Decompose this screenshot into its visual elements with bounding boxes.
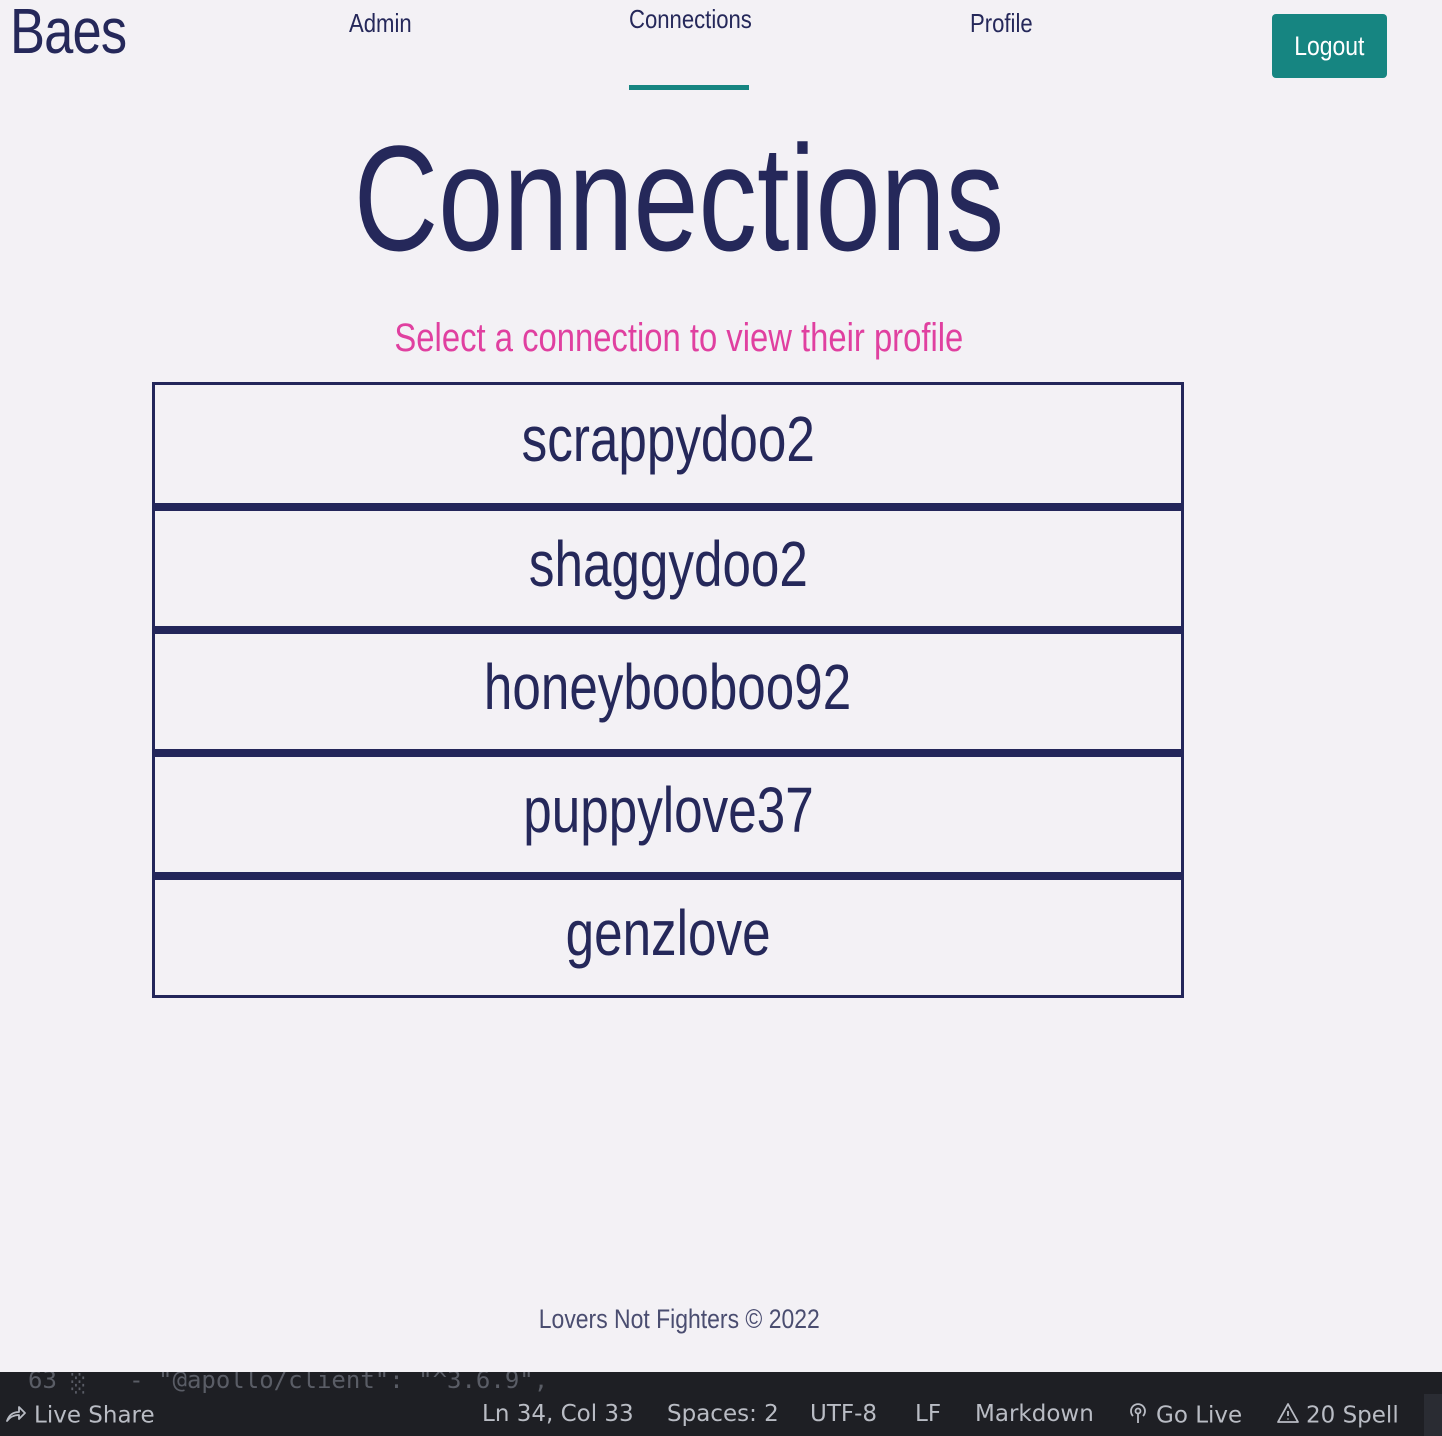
broadcast-icon bbox=[1126, 1401, 1150, 1431]
editor-code-line: 63 ░ - "@apollo/client": "^3.6.9", bbox=[28, 1372, 549, 1394]
status-live-share-label: Live Share bbox=[34, 1402, 155, 1429]
connection-item[interactable]: scrappydoo2 bbox=[152, 382, 1184, 506]
nav-admin[interactable]: Admin bbox=[349, 8, 412, 39]
nav-connections[interactable]: Connections bbox=[629, 4, 752, 35]
nav-profile[interactable]: Profile bbox=[970, 8, 1033, 39]
status-encoding[interactable]: UTF-8 bbox=[810, 1401, 877, 1427]
connection-item[interactable]: puppylove37 bbox=[152, 751, 1184, 875]
connection-username: shaggydoo2 bbox=[528, 527, 808, 600]
footer: Lovers Not Fighters © 2022 bbox=[0, 1304, 1358, 1335]
footer-text: Lovers Not Fighters © 2022 bbox=[538, 1304, 820, 1334]
status-spell-label: 20 Spell bbox=[1306, 1402, 1399, 1429]
connection-item[interactable]: honeybooboo92 bbox=[152, 628, 1184, 752]
page-title: Connections bbox=[0, 118, 1358, 278]
connections-list: scrappydoo2 shaggydoo2 honeybooboo92 pup… bbox=[152, 382, 1184, 1000]
status-indentation[interactable]: Spaces: 2 bbox=[667, 1401, 779, 1427]
connection-item[interactable]: shaggydoo2 bbox=[152, 505, 1184, 629]
status-live-share[interactable]: Live Share bbox=[4, 1401, 155, 1431]
page-subtitle-text: Select a connection to view their profil… bbox=[394, 316, 964, 360]
nav-active-indicator bbox=[629, 85, 749, 90]
connection-username: puppylove37 bbox=[522, 773, 814, 846]
brand-logo[interactable]: Baes bbox=[10, 0, 127, 68]
logout-button[interactable]: Logout bbox=[1272, 14, 1387, 78]
connection-username: honeybooboo92 bbox=[484, 650, 852, 723]
status-bar: Live Share Ln 34, Col 33 Spaces: 2 UTF-8… bbox=[0, 1394, 1442, 1436]
page: Baes Admin Connections Profile Logout Co… bbox=[0, 0, 1442, 1436]
page-subtitle: Select a connection to view their profil… bbox=[0, 316, 1358, 361]
status-go-live-label: Go Live bbox=[1156, 1402, 1243, 1429]
status-language-mode[interactable]: Markdown bbox=[975, 1401, 1094, 1427]
status-cursor-position[interactable]: Ln 34, Col 33 bbox=[482, 1401, 634, 1427]
logout-button-label: Logout bbox=[1294, 30, 1365, 61]
connection-username: genzlove bbox=[565, 896, 771, 969]
connection-username: scrappydoo2 bbox=[521, 403, 815, 475]
status-line-ending[interactable]: LF bbox=[915, 1401, 941, 1427]
warning-icon bbox=[1276, 1401, 1300, 1431]
status-bar-edge bbox=[1424, 1394, 1442, 1436]
status-go-live[interactable]: Go Live bbox=[1126, 1401, 1242, 1431]
live-share-icon bbox=[4, 1401, 28, 1431]
page-title-text: Connections bbox=[353, 114, 1005, 282]
connection-item[interactable]: genzlove bbox=[152, 874, 1184, 998]
status-spell-check[interactable]: 20 Spell bbox=[1276, 1401, 1399, 1431]
